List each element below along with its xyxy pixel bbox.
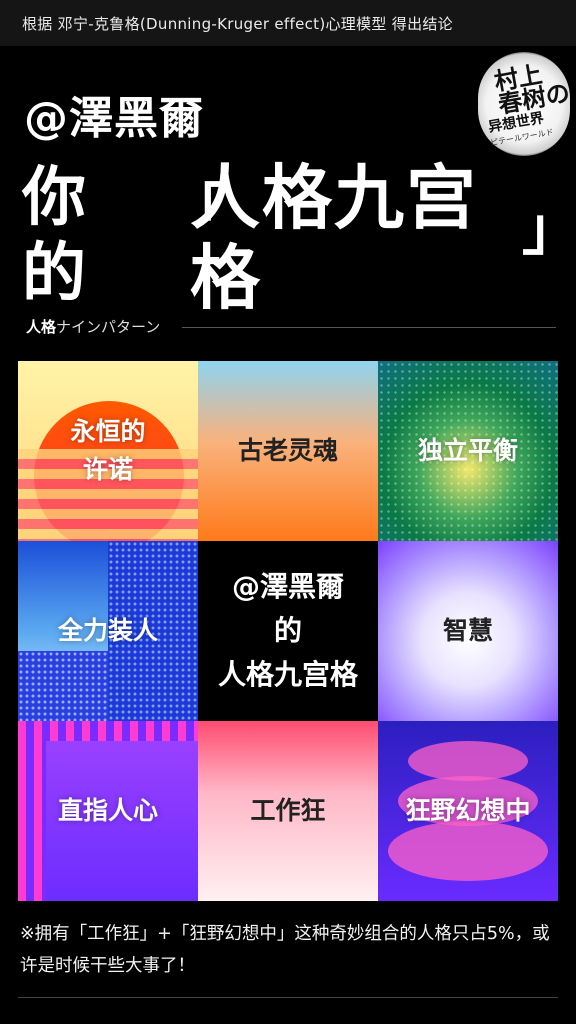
glow-shape bbox=[408, 741, 528, 781]
cell-label: 古老灵魂 bbox=[237, 436, 338, 465]
close-bracket: 」 bbox=[522, 195, 576, 263]
cell-label: 独立平衡 bbox=[417, 436, 518, 465]
murakami-logo: 村上 春树の 异想世界 ピテールワールド bbox=[478, 52, 572, 156]
cell-label: 全力装人 bbox=[57, 616, 158, 645]
caption-text: 根据 邓宁-克鲁格(Dunning-Kruger effect)心理模型 得出结… bbox=[22, 15, 453, 33]
cell-label: 永恒的 许诺 bbox=[70, 417, 146, 484]
divider bbox=[182, 327, 556, 328]
dot-pattern bbox=[18, 651, 108, 721]
user-handle: @澤黑爾 bbox=[24, 93, 204, 144]
cell-label: 狂野幻想中 bbox=[405, 796, 531, 825]
grid-cell-eternal-promise[interactable]: 永恒的 许诺 bbox=[18, 361, 198, 541]
glow-shape bbox=[388, 821, 548, 881]
grid-cell-wisdom[interactable]: 智慧 bbox=[378, 541, 558, 721]
footnote: ※拥有「工作狂」+「狂野幻想中」这种奇妙组合的人格只占5%，或许是时候干些大事了… bbox=[20, 924, 550, 976]
grid-cell-straight-to-heart[interactable]: 直指人心 bbox=[18, 721, 198, 901]
cell-label: 工作狂 bbox=[250, 796, 326, 825]
bottom-divider bbox=[18, 997, 558, 998]
grid-cell-workaholic[interactable]: 工作狂 bbox=[198, 721, 378, 901]
grid-cell-old-soul[interactable]: 古老灵魂 bbox=[198, 361, 378, 541]
title-main-2: 格 bbox=[190, 237, 260, 319]
top-caption-bar: 根据 邓宁-克鲁格(Dunning-Kruger effect)心理模型 得出结… bbox=[0, 0, 576, 46]
cell-label: 智慧 bbox=[442, 616, 493, 645]
subtitle-bold: 人格 bbox=[26, 318, 57, 336]
personality-grid: 永恒的 许诺 古老灵魂 独立平衡 全力装人 @澤黑爾 的 人格九宫格 智慧 直指… bbox=[18, 361, 558, 902]
grid-cell-all-out-pretend[interactable]: 全力装人 bbox=[18, 541, 198, 721]
cell-label: @澤黑爾 的 人格九宫格 bbox=[217, 570, 358, 691]
subtitle: 人格ナインパターン bbox=[26, 316, 160, 337]
cell-label: 直指人心 bbox=[57, 796, 158, 825]
title-prefix-2: 的 bbox=[22, 237, 86, 311]
grid-cell-wild-fantasy[interactable]: 狂野幻想中 bbox=[378, 721, 558, 901]
subtitle-rest: ナインパターン bbox=[56, 318, 161, 336]
grid-cell-independent-balance[interactable]: 独立平衡 bbox=[378, 361, 558, 541]
grid-cell-center-title[interactable]: @澤黑爾 的 人格九宫格 bbox=[198, 541, 378, 721]
